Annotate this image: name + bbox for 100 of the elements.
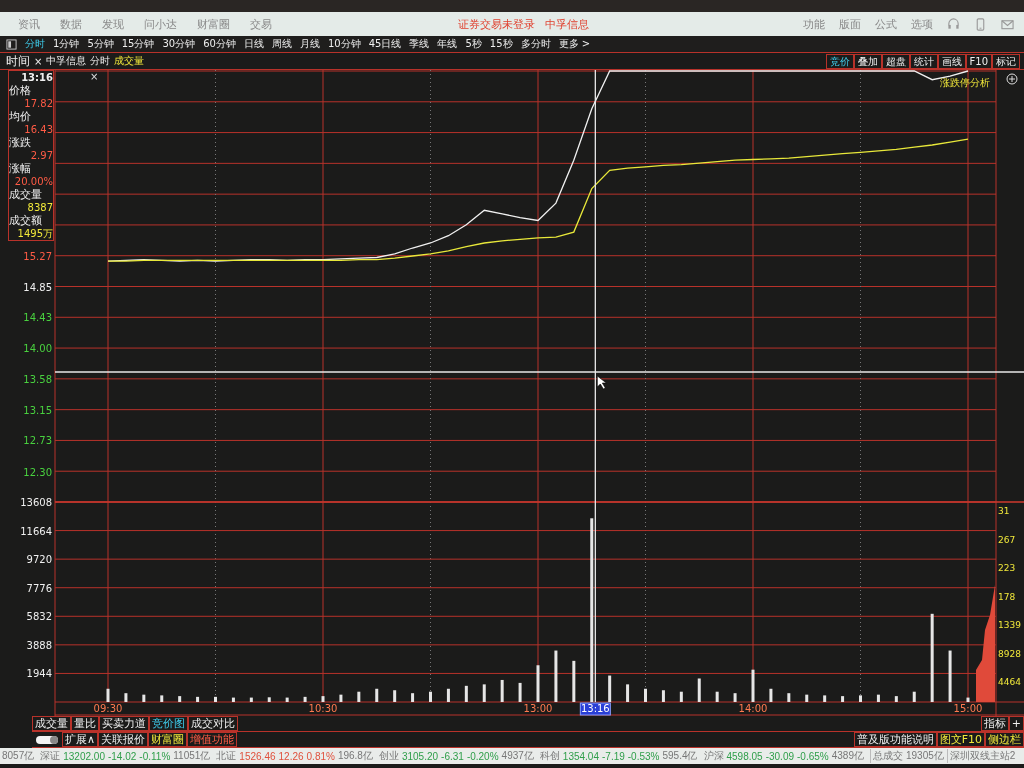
index-name: 科创 [539,749,560,763]
period-tab[interactable]: 45日线 [368,37,402,51]
volume-axis-label: 1339 [998,620,1021,631]
price-axis-label: 14.85 [23,281,52,293]
volume-axis-label: 5832 [26,611,52,623]
volume-bar [124,693,128,702]
view-label: 分时 [90,54,111,68]
quote-label: 成交量 [9,188,43,201]
volume-bar [411,693,415,702]
tool-button[interactable]: 超盘 [881,53,910,69]
cursor-time-tag: 13:16 [579,702,611,716]
tool-button[interactable]: 叠加 [853,53,882,69]
index-percent: 0.81% [306,750,335,762]
index-name: 深证 [40,749,61,763]
tool-button[interactable]: 标记 [992,53,1020,69]
index-percent: -0.20% [466,750,499,762]
volume-bar [823,695,827,702]
volume-bar [661,690,665,702]
status-amount: 4389亿 [831,749,864,763]
indicator-tab[interactable]: 成交量 [32,716,71,731]
index-name: 创业 [378,749,399,763]
volume-bar [429,691,432,702]
period-tab[interactable]: 5分钟 [87,37,114,51]
volume-bar [608,675,612,702]
function-link[interactable]: 侧边栏 [985,732,1024,747]
extra-tab[interactable]: 增值功能 [187,732,238,747]
time-axis-label: 13:00 [523,703,553,714]
quote-value: 16.43 [23,123,53,136]
period-tab[interactable]: 15分钟 [121,37,155,51]
status-amount: 11051亿 [173,749,211,763]
period-tab[interactable]: 周线 [271,37,292,51]
period-tab[interactable]: 多分时 [520,37,551,51]
quote-label: 成交额 [9,214,43,227]
volume-bar [518,682,522,702]
volume-bar [214,696,217,702]
function-link[interactable]: 普及版功能说明 [853,732,937,747]
period-tab[interactable]: 30分钟 [162,37,196,51]
expand-icon[interactable] [1006,73,1018,85]
quote-value: 8387 [26,201,53,214]
tool-button[interactable]: 竞价 [825,53,854,69]
period-tab[interactable]: 日线 [243,37,264,51]
period-tab[interactable]: 5秒 [465,37,482,51]
volume-bar [160,695,164,702]
quote-label: 价格 [9,84,32,97]
time-label: 时间 [6,52,30,70]
index-change: -6.31 [441,750,464,762]
volume-bar [554,650,558,702]
index-value: 13202.00 [63,750,105,762]
period-tab[interactable]: 10分钟 [327,37,361,51]
period-tab[interactable]: 15秒 [489,37,513,51]
panel-toggle-icon[interactable] [6,38,17,50]
indicator-button[interactable]: 指标 [980,716,1009,731]
close-icon[interactable]: × [34,55,43,67]
indicator-tab[interactable]: 买卖力道 [99,716,149,731]
volume-bar [357,691,361,702]
time-axis-label: 10:30 [308,703,338,714]
quote-value: 20.00% [13,175,53,188]
time-axis-label: 15:00 [953,703,983,714]
volume-axis-label: 178 [998,591,1016,602]
extra-tab[interactable]: 财富圈 [148,732,188,747]
volume-bar [715,691,719,702]
server-name: 深圳双线主站2 [946,749,1016,763]
volume-bar [393,690,397,702]
extra-tab[interactable]: 扩展∧ [62,732,99,747]
function-link[interactable]: 图文F10 [936,732,985,747]
status-amount: 196.8亿 [337,749,373,763]
volume-axis-label: 13608 [20,497,52,508]
volume-bar [697,678,701,702]
price-axis-label: 13.58 [23,373,52,385]
analysis-label[interactable]: 涨跌停分析 [940,77,990,88]
period-tab[interactable]: 分时 [25,37,45,51]
tool-button[interactable]: 画线 [937,53,966,69]
volume-bar [787,693,791,702]
period-tab[interactable]: 年线 [437,37,458,51]
period-tab[interactable]: 月线 [299,37,320,51]
toggle-switch[interactable] [36,735,58,744]
volume-axis-label: 1944 [26,668,52,680]
quote-label: 涨跌 [9,136,32,149]
volume-axis-label: 11664 [20,525,52,537]
close-icon[interactable]: × [90,71,99,82]
extra-tab[interactable]: 关联报价 [98,732,149,747]
price-axis-label: 12.73 [23,435,52,447]
time-axis-label: 14:00 [738,703,768,714]
quote-label: 均价 [9,110,32,123]
period-tab[interactable]: 更多 > [558,37,591,51]
period-tab[interactable]: 季线 [409,37,430,51]
indicator-tab[interactable]: 量比 [71,716,99,731]
index-value: 1354.04 [562,750,599,762]
volume-bar [375,688,379,702]
indicator-tab[interactable]: 竞价图 [149,716,188,731]
tool-button[interactable]: 统计 [909,53,938,69]
tool-button[interactable]: F10 [965,53,992,69]
period-tab[interactable]: 60分钟 [203,37,236,51]
volume-bar [500,679,504,702]
quote-value: 17.82 [23,97,53,110]
indicator-tab[interactable]: 成交对比 [188,716,238,731]
index-change: -14.02 [107,750,137,762]
login-notice: 证券交易未登录 [458,16,535,32]
period-tab[interactable]: 1分钟 [53,37,80,51]
volume-bar [142,694,146,702]
